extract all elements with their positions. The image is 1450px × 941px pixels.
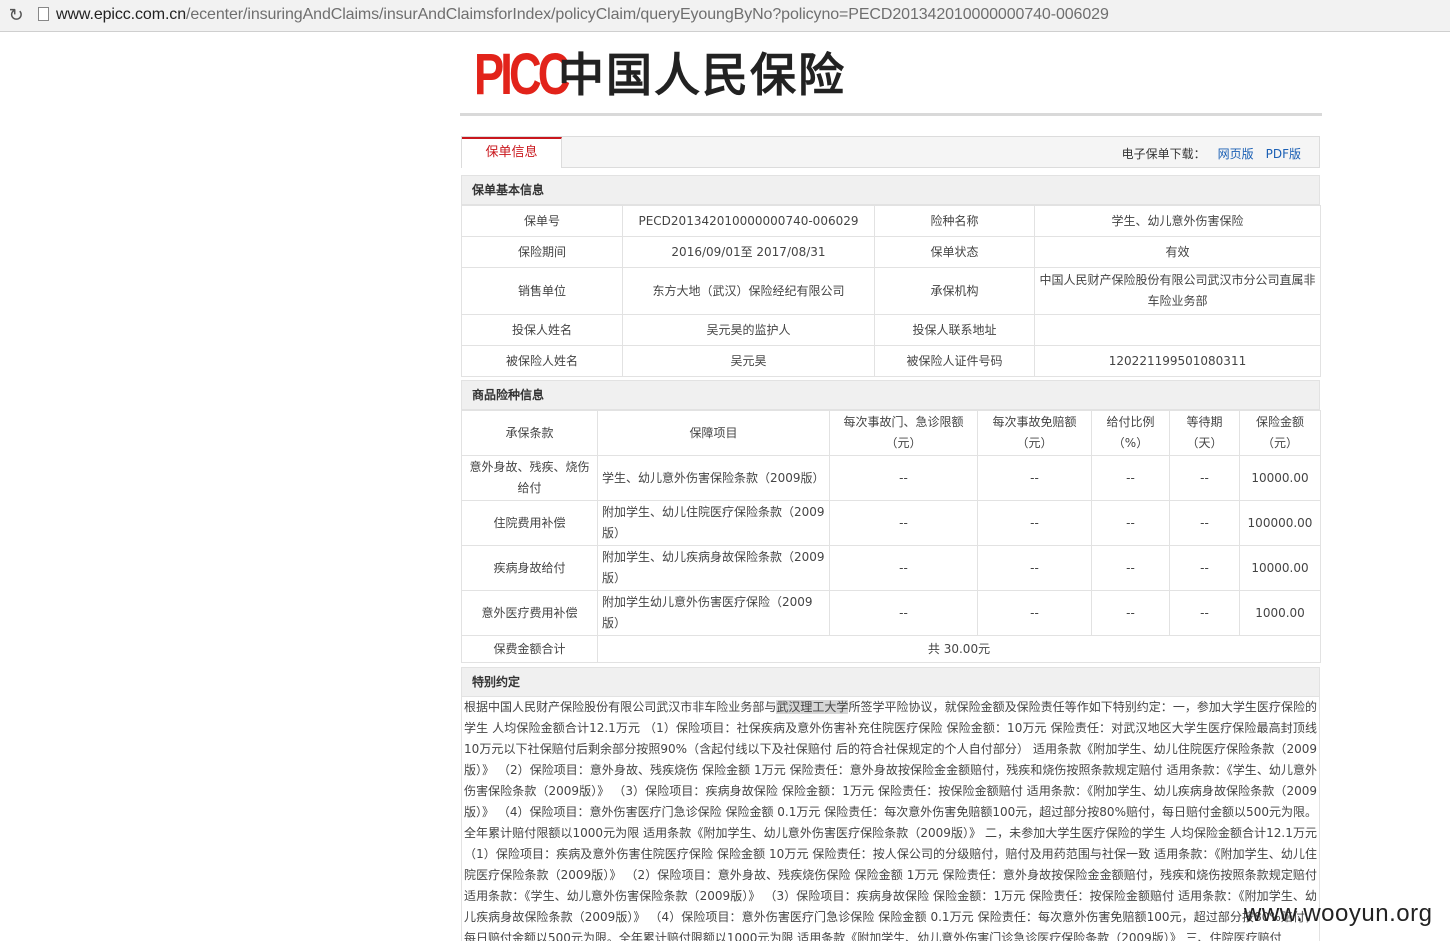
basic-info-label: 被保险人证件号码 xyxy=(874,345,1035,377)
basic-info-value: 学生、幼儿意外伤害保险 xyxy=(1034,205,1321,237)
basic-info-row: 被保险人姓名 吴元昊 被保险人证件号码 120221199501080311 xyxy=(461,345,1321,377)
reload-icon[interactable]: ↻ xyxy=(6,6,26,26)
products-cell: -- xyxy=(1091,545,1170,591)
basic-info-label: 投保人联系地址 xyxy=(874,314,1035,346)
basic-info-value: 120221199501080311 xyxy=(1034,345,1321,377)
products-row: 疾病身故给付 附加学生、幼儿疾病身故保险条款（2009版） -- -- -- -- 1000… xyxy=(461,545,1321,591)
products-cell: -- xyxy=(977,545,1092,591)
products-cell: -- xyxy=(829,455,978,501)
products-cell: -- xyxy=(1169,500,1240,546)
section-products-title: 商品险种信息 xyxy=(461,380,1320,410)
url-host: www.epicc.com.cn xyxy=(56,6,186,23)
basic-info-row: 保单号 PECD201342010000000740-006029 险种名称 学生、幼… xyxy=(461,205,1321,237)
basic-info-label: 投保人姓名 xyxy=(461,314,623,346)
tab-policy-info[interactable]: 保单信息 xyxy=(462,137,562,168)
products-header-cell: 保障项目 xyxy=(597,410,830,456)
products-cell: 附加学生幼儿意外伤害医疗保险（2009版） xyxy=(597,590,830,636)
products-cell: -- xyxy=(977,500,1092,546)
products-header-cell: 等待期（天） xyxy=(1169,410,1240,456)
products-cell: 意外医疗费用补偿 xyxy=(461,590,598,636)
header-divider xyxy=(460,113,1322,116)
special-text-after: 所签学平险协议，就保险金额及保险责任等作如下特别约定：一，参加大学生医疗保险的学… xyxy=(464,700,1317,941)
download-web-link[interactable]: 网页版 xyxy=(1218,147,1254,161)
products-header-cell: 承保条款 xyxy=(461,410,598,456)
products-row: 住院费用补偿 附加学生、幼儿住院医疗保险条款（2009版） -- -- -- -- 1000… xyxy=(461,500,1321,546)
products-header-row: 承保条款 保障项目 每次事故门、急诊限额（元） 每次事故免赔额（元） 给付比例（%） 等待… xyxy=(461,410,1321,456)
basic-info-row: 销售单位 东方大地（武汉）保险经纪有限公司 承保机构 中国人民财产保险股份有限公司武汉… xyxy=(461,267,1321,315)
products-row: 意外医疗费用补偿 附加学生幼儿意外伤害医疗保险（2009版） -- -- -- -- 100… xyxy=(461,590,1321,636)
tab-bar: 保单信息 电子保单下载： 网页版 PDF版 xyxy=(461,136,1320,168)
download-pdf-link[interactable]: PDF版 xyxy=(1266,147,1301,161)
basic-info-label: 被保险人姓名 xyxy=(461,345,623,377)
basic-info-label: 保险期间 xyxy=(461,236,623,268)
basic-info-row: 投保人姓名 吴元昊的监护人 投保人联系地址 xyxy=(461,314,1321,346)
products-cell: 1000.00 xyxy=(1239,590,1321,636)
basic-info-value: 东方大地（武汉）保险经纪有限公司 xyxy=(622,267,875,315)
products-cell: 附加学生、幼儿疾病身故保险条款（2009版） xyxy=(597,545,830,591)
basic-info-table: 保单号 PECD201342010000000740-006029 险种名称 学生、幼… xyxy=(461,205,1321,377)
products-cell: -- xyxy=(1169,590,1240,636)
basic-info-value: 中国人民财产保险股份有限公司武汉市分公司直属非车险业务部 xyxy=(1034,267,1321,315)
url-path: /ecenter/insuringAndClaims/insurAndClaim… xyxy=(186,6,1109,23)
products-total-row: 保费金额合计共 30.00元 xyxy=(461,635,1321,663)
basic-info-label: 保单号 xyxy=(461,205,623,237)
products-cell: 意外身故、残疾、烧伤给付 xyxy=(461,455,598,501)
download-label: 电子保单下载： xyxy=(1121,147,1206,161)
total-label: 保费金额合计 xyxy=(461,635,598,663)
products-cell: -- xyxy=(1091,590,1170,636)
products-cell: -- xyxy=(1091,455,1170,501)
products-cell: 10000.00 xyxy=(1239,545,1321,591)
download-links: 电子保单下载： 网页版 PDF版 xyxy=(1122,145,1301,162)
basic-info-value xyxy=(1034,314,1321,346)
basic-info-value: 吴元昊的监护人 xyxy=(622,314,875,346)
products-cell: 附加学生、幼儿住院医疗保险条款（2009版） xyxy=(597,500,830,546)
products-header-cell: 保险金额（元） xyxy=(1239,410,1321,456)
products-cell: -- xyxy=(829,590,978,636)
total-value: 共 30.00元 xyxy=(597,635,1321,663)
basic-info-label: 销售单位 xyxy=(461,267,623,315)
products-cell: -- xyxy=(829,500,978,546)
special-terms-text: 根据中国人民财产保险股份有限公司武汉市非车险业务部与武汉理工大学所签学平险协议，… xyxy=(461,697,1320,941)
logo-latin: PICC xyxy=(474,42,570,107)
products-header-cell: 给付比例（%） xyxy=(1091,410,1170,456)
products-cell: -- xyxy=(977,590,1092,636)
logo-chinese: 中国人民保险 xyxy=(558,48,846,102)
basic-info-value: 2016/09/01至 2017/08/31 xyxy=(622,236,875,268)
section-basic-title: 保单基本信息 xyxy=(461,175,1320,205)
basic-info-value: 有效 xyxy=(1034,236,1321,268)
products-table: 承保条款 保障项目 每次事故门、急诊限额（元） 每次事故免赔额（元） 给付比例（%） 等待… xyxy=(461,410,1321,663)
basic-info-row: 保险期间 2016/09/01至 2017/08/31 保单状态 有效 xyxy=(461,236,1321,268)
url-field[interactable]: www.epicc.com.cn/ecenter/insuringAndClai… xyxy=(56,5,1109,25)
basic-info-value: PECD201342010000000740-006029 xyxy=(622,205,875,237)
products-cell: 10000.00 xyxy=(1239,455,1321,501)
products-cell: -- xyxy=(977,455,1092,501)
basic-info-label: 承保机构 xyxy=(874,267,1035,315)
address-bar: ↻ www.epicc.com.cn/ecenter/insuringAndCl… xyxy=(0,0,1450,32)
products-cell: -- xyxy=(829,545,978,591)
products-header-cell: 每次事故免赔额（元） xyxy=(977,410,1092,456)
page-icon xyxy=(38,7,49,21)
watermark: www.wooyun.org xyxy=(1244,900,1433,927)
products-cell: 住院费用补偿 xyxy=(461,500,598,546)
products-cell: 学生、幼儿意外伤害保险条款（2009版） xyxy=(597,455,830,501)
products-cell: -- xyxy=(1091,500,1170,546)
special-text-highlight: 武汉理工大学 xyxy=(776,700,849,714)
basic-info-label: 险种名称 xyxy=(874,205,1035,237)
basic-info-label: 保单状态 xyxy=(874,236,1035,268)
special-text-before: 根据中国人民财产保险股份有限公司武汉市非车险业务部与 xyxy=(464,700,777,714)
products-row: 意外身故、残疾、烧伤给付 学生、幼儿意外伤害保险条款（2009版） -- -- -- --… xyxy=(461,455,1321,501)
products-cell: -- xyxy=(1169,545,1240,591)
section-special-title: 特别约定 xyxy=(461,667,1320,697)
products-cell: 100000.00 xyxy=(1239,500,1321,546)
products-header-cell: 每次事故门、急诊限额（元） xyxy=(829,410,978,456)
products-cell: -- xyxy=(1169,455,1240,501)
basic-info-value: 吴元昊 xyxy=(622,345,875,377)
products-cell: 疾病身故给付 xyxy=(461,545,598,591)
